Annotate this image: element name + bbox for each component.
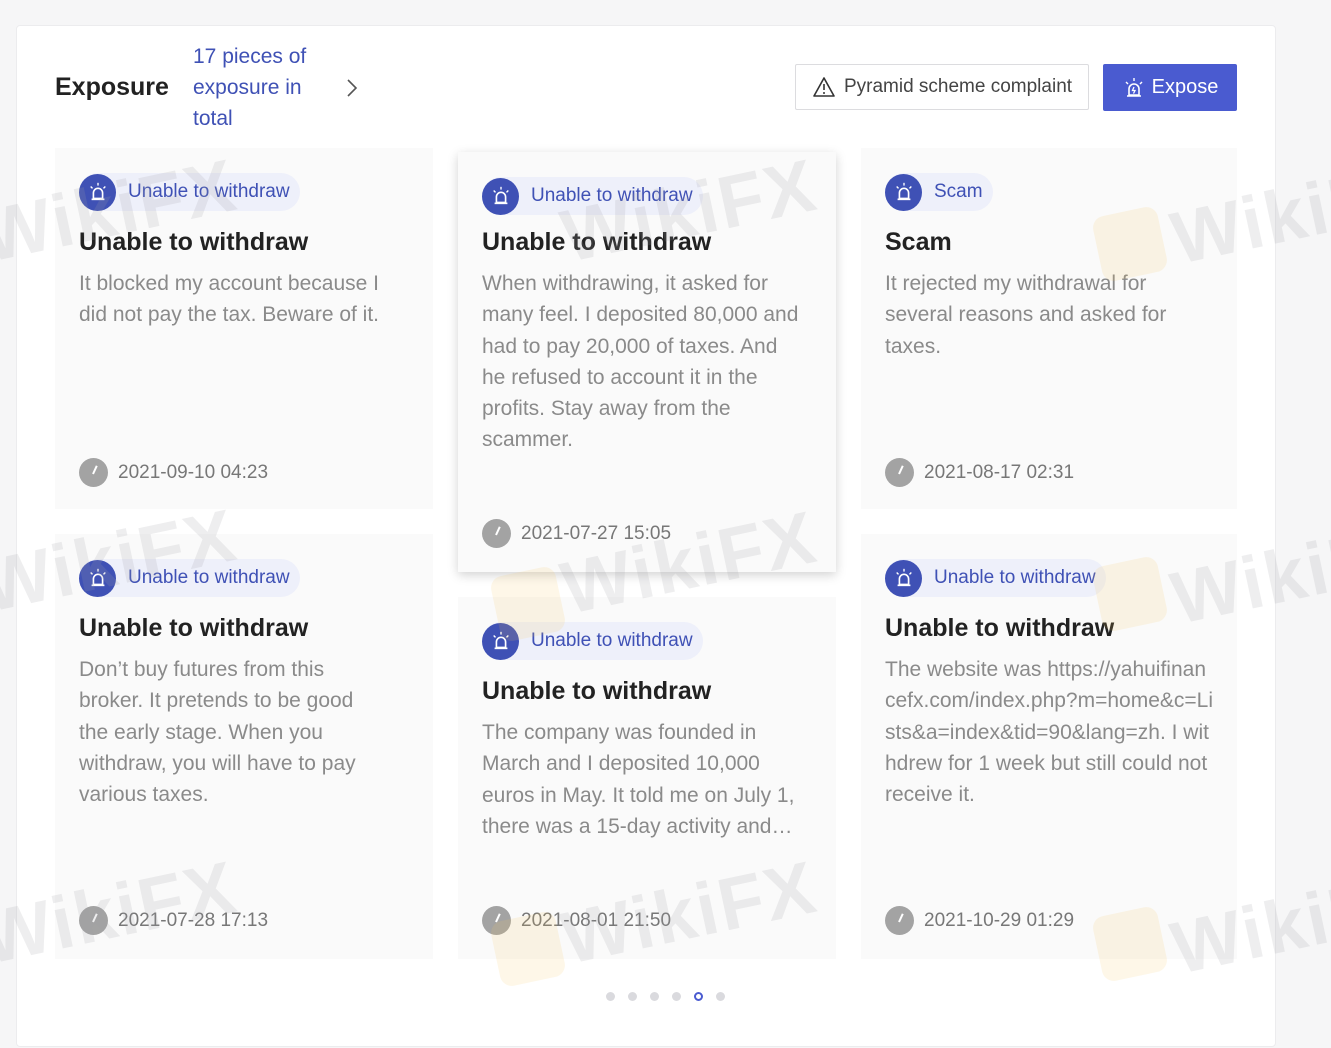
category-label: Unable to withdraw (128, 181, 290, 202)
card-title: Scam (885, 228, 952, 256)
card-title: Unable to withdraw (482, 677, 712, 705)
pagination-dot[interactable] (628, 992, 637, 1001)
card-date: 2021-07-28 17:13 (79, 906, 268, 935)
date-text: 2021-08-17 02:31 (924, 461, 1075, 483)
category-label: Unable to withdraw (531, 185, 693, 206)
complaint-button-label: Pyramid scheme complaint (843, 76, 1073, 97)
alarm-icon (482, 622, 519, 660)
card-description: It blocked my account because I did not … (79, 272, 380, 327)
exposure-card[interactable]: Scam Scam It rejected my withdrawal for … (861, 148, 1237, 509)
chevron-right-icon[interactable] (342, 76, 362, 100)
card-description: It rejected my withdrawal for several re… (885, 272, 1167, 358)
expose-button[interactable]: Expose (1103, 64, 1237, 111)
card-date: 2021-09-10 04:23 (79, 458, 268, 487)
clock-icon (482, 906, 511, 935)
pagination-dot[interactable] (716, 992, 725, 1001)
card-date: 2021-10-29 01:29 (885, 906, 1074, 935)
clock-icon (482, 519, 511, 548)
exposure-card[interactable]: Unable to withdraw Unable to withdraw Do… (55, 534, 433, 959)
date-text: 2021-07-28 17:13 (118, 909, 269, 931)
section-title: Exposure (55, 73, 169, 101)
alarm-icon (885, 559, 922, 597)
pagination-dot-active[interactable] (694, 992, 703, 1001)
card-description: Don’t buy futures from this broker. It p… (79, 658, 356, 807)
category-tag: Unable to withdraw (79, 559, 300, 597)
category-tag: Scam (885, 173, 993, 211)
pagination-dot[interactable] (650, 992, 659, 1001)
clock-icon (885, 906, 914, 935)
date-text: 2021-10-29 01:29 (924, 909, 1075, 931)
pyramid-complaint-button[interactable]: Pyramid scheme complaint (795, 64, 1089, 110)
clock-icon (885, 458, 914, 487)
alarm-icon (482, 177, 519, 215)
exposure-card[interactable]: Unable to withdraw Unable to withdraw It… (55, 148, 433, 509)
carousel-pagination (606, 992, 725, 1001)
card-description: The website was https://yahuifinancefx.c… (885, 658, 1214, 807)
card-date: 2021-07-27 15:05 (482, 519, 671, 548)
expose-button-label: Expose (1151, 76, 1219, 98)
date-text: 2021-07-27 15:05 (521, 522, 672, 544)
alarm-icon (79, 173, 116, 211)
card-title: Unable to withdraw (885, 614, 1115, 642)
card-date: 2021-08-17 02:31 (885, 458, 1074, 487)
category-tag: Unable to withdraw (885, 559, 1106, 597)
category-label: Unable to withdraw (934, 567, 1096, 588)
pagination-dot[interactable] (672, 992, 681, 1001)
card-title: Unable to withdraw (79, 614, 309, 642)
card-title: Unable to withdraw (482, 228, 712, 256)
exposure-panel: Exposure 17 pieces of exposure in total … (16, 25, 1276, 1047)
exposure-card[interactable]: Unable to withdraw Unable to withdraw Th… (458, 597, 836, 959)
exposure-card[interactable]: Unable to withdraw Unable to withdraw Th… (861, 534, 1237, 959)
card-description: When withdrawing, it asked for many feel… (482, 272, 799, 452)
category-label: Unable to withdraw (128, 567, 290, 588)
category-tag: Unable to withdraw (482, 177, 703, 215)
category-label: Scam (934, 181, 983, 202)
card-description: The company was founded in March and I d… (482, 721, 795, 838)
pagination-dot[interactable] (606, 992, 615, 1001)
exposure-count-link[interactable]: 17 pieces of exposure in total (193, 41, 333, 134)
date-text: 2021-08-01 21:50 (521, 909, 672, 931)
clock-icon (79, 906, 108, 935)
card-title: Unable to withdraw (79, 228, 309, 256)
alarm-icon (1125, 77, 1143, 97)
clock-icon (79, 458, 108, 487)
date-text: 2021-09-10 04:23 (118, 461, 269, 483)
category-tag: Unable to withdraw (482, 622, 703, 660)
warning-icon (813, 77, 835, 97)
alarm-icon (885, 173, 922, 211)
category-tag: Unable to withdraw (79, 173, 300, 211)
alarm-icon (79, 559, 116, 597)
category-label: Unable to withdraw (531, 630, 693, 651)
card-date: 2021-08-01 21:50 (482, 906, 671, 935)
exposure-card-featured[interactable]: Unable to withdraw Unable to withdraw Wh… (458, 152, 836, 572)
